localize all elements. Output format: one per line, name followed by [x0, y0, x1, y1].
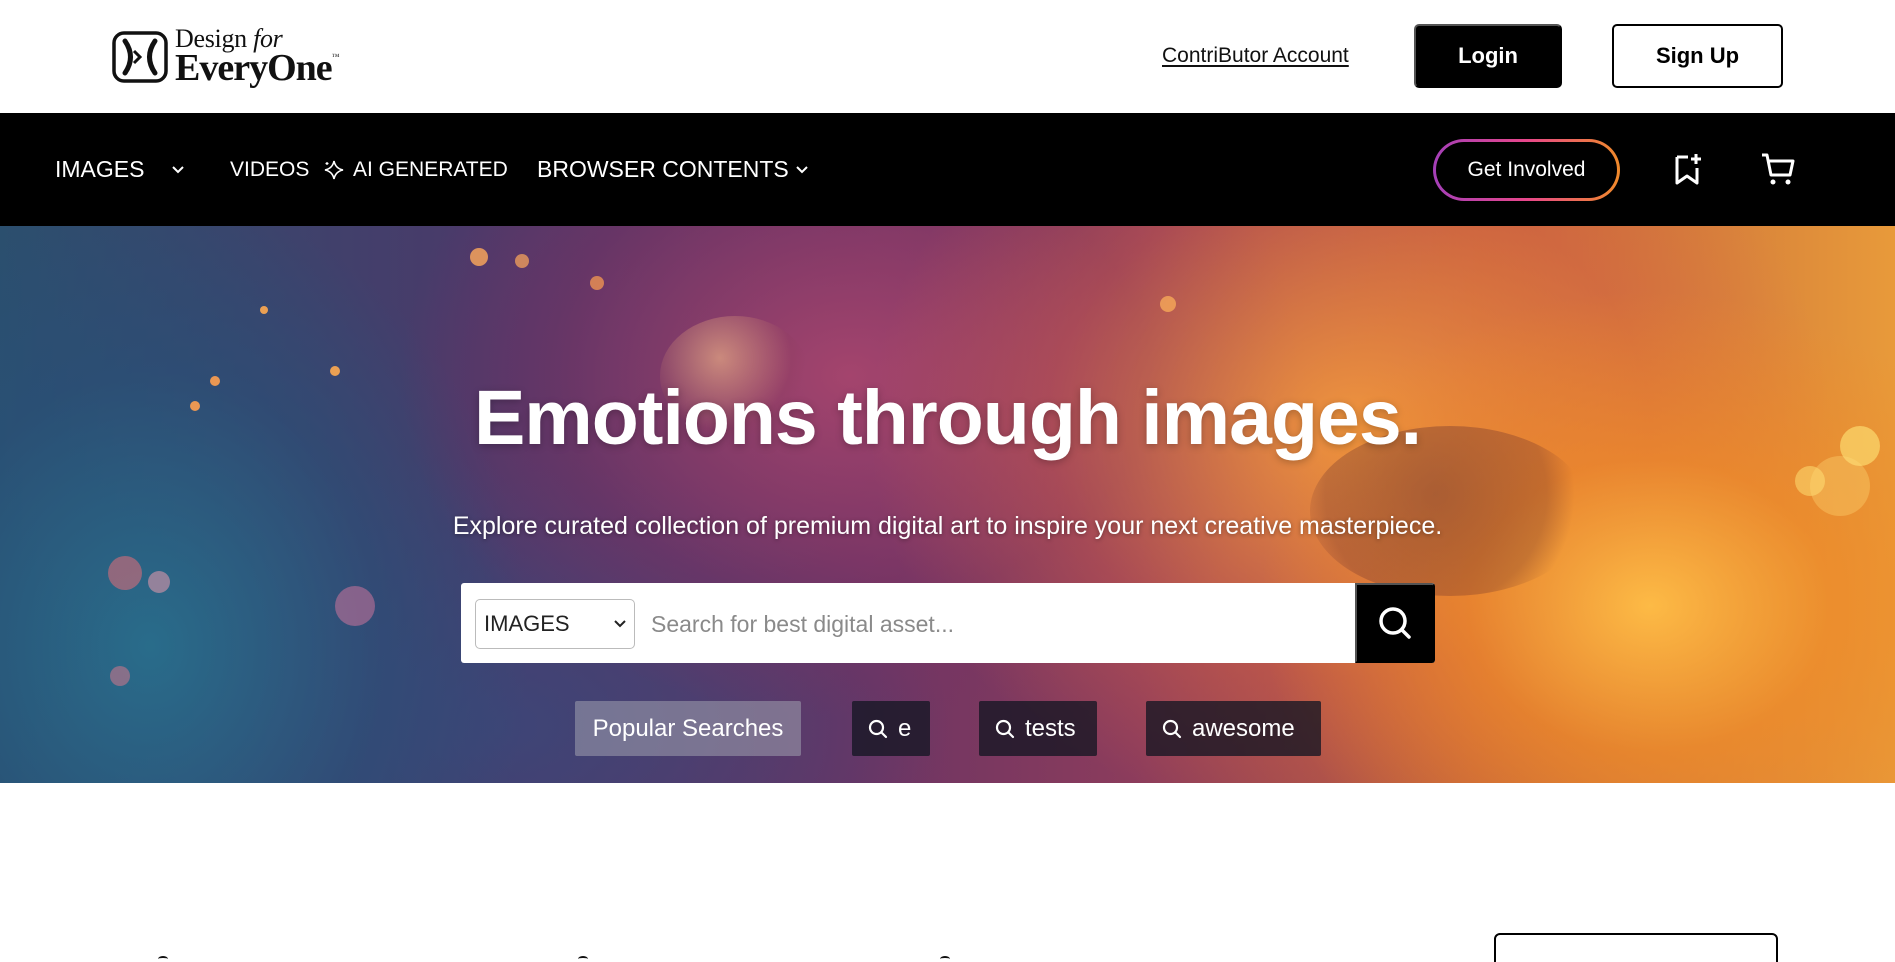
hero-bokeh-decoration	[148, 571, 170, 593]
nav-item-label: AI GENERATED	[353, 157, 508, 181]
search-input[interactable]	[651, 599, 1341, 649]
hero-banner: Emotions through images. Explore curated…	[0, 226, 1895, 783]
nav-item-label: VIDEOS	[230, 157, 310, 181]
nav-item-label: BROWSER CONTENTS	[537, 156, 789, 182]
logo-text-everyone: EveryOne	[175, 47, 333, 89]
nav-item-images[interactable]: IMAGES	[55, 113, 144, 226]
nav-item-ai-generated[interactable]: AI GENERATED	[323, 113, 508, 226]
top-header: Design for EveryOne™ ContriButor Account…	[0, 0, 1895, 113]
get-involved-label: Get Involved	[1436, 142, 1617, 198]
hero-bokeh-decoration	[110, 666, 130, 686]
hero-bokeh-decoration	[515, 254, 529, 268]
nav-images-dropdown-toggle[interactable]	[170, 113, 186, 226]
search-icon	[995, 719, 1015, 738]
text-fragment	[158, 956, 168, 962]
popular-search-chip[interactable]: tests	[979, 701, 1097, 756]
sparkle-icon	[324, 160, 344, 179]
hero-bokeh-decoration	[1160, 296, 1176, 312]
logo-wordmark: Design for EveryOne™	[175, 26, 340, 89]
site-logo[interactable]: Design for EveryOne™	[112, 26, 340, 89]
hero-bokeh-decoration	[335, 586, 375, 626]
login-button[interactable]: Login	[1414, 24, 1562, 88]
nav-item-label: IMAGES	[55, 156, 145, 182]
bookmark-add-icon[interactable]	[1674, 152, 1704, 186]
partially-visible-button[interactable]	[1494, 933, 1778, 962]
hero-title: Emotions through images.	[473, 375, 1422, 461]
hero-bokeh-decoration	[1810, 456, 1870, 516]
nav-item-videos[interactable]: VIDEOS	[230, 113, 309, 226]
search-icon	[1379, 607, 1411, 639]
logo-trademark: ™	[331, 52, 340, 61]
search-category-select[interactable]: IMAGES	[475, 599, 635, 649]
chevron-down-icon	[172, 165, 184, 173]
chevron-down-icon	[614, 620, 626, 628]
get-involved-button[interactable]: Get Involved	[1433, 139, 1620, 201]
cart-icon[interactable]	[1760, 151, 1796, 187]
popular-search-chip[interactable]: e	[852, 701, 930, 756]
hero-subtitle: Explore curated collection of premium di…	[452, 512, 1443, 540]
contributor-account-link[interactable]: ContriButor Account	[1162, 44, 1349, 68]
search-icon	[1162, 719, 1182, 738]
hero-bokeh-decoration	[590, 276, 604, 290]
hero-bokeh-decoration	[470, 248, 488, 266]
search-button[interactable]	[1355, 583, 1435, 663]
text-fragment	[940, 956, 950, 962]
logo-mark-icon	[112, 30, 168, 83]
text-fragment	[578, 956, 588, 962]
search-icon	[868, 719, 888, 738]
search-category-value: IMAGES	[484, 611, 570, 636]
hero-bokeh-decoration	[108, 556, 142, 590]
search-bar: IMAGES	[461, 583, 1435, 663]
signup-button[interactable]: Sign Up	[1612, 24, 1783, 88]
popular-search-chip[interactable]: awesome	[1146, 701, 1321, 756]
popular-search-term: tests	[1025, 714, 1076, 742]
popular-search-term: awesome	[1192, 714, 1295, 742]
hero-bokeh-decoration	[260, 306, 268, 314]
popular-search-term: e	[898, 714, 912, 742]
chevron-down-icon	[796, 165, 808, 173]
popular-searches-label: Popular Searches	[575, 701, 801, 756]
nav-item-browser-contents[interactable]: BROWSER CONTENTS	[537, 113, 809, 226]
